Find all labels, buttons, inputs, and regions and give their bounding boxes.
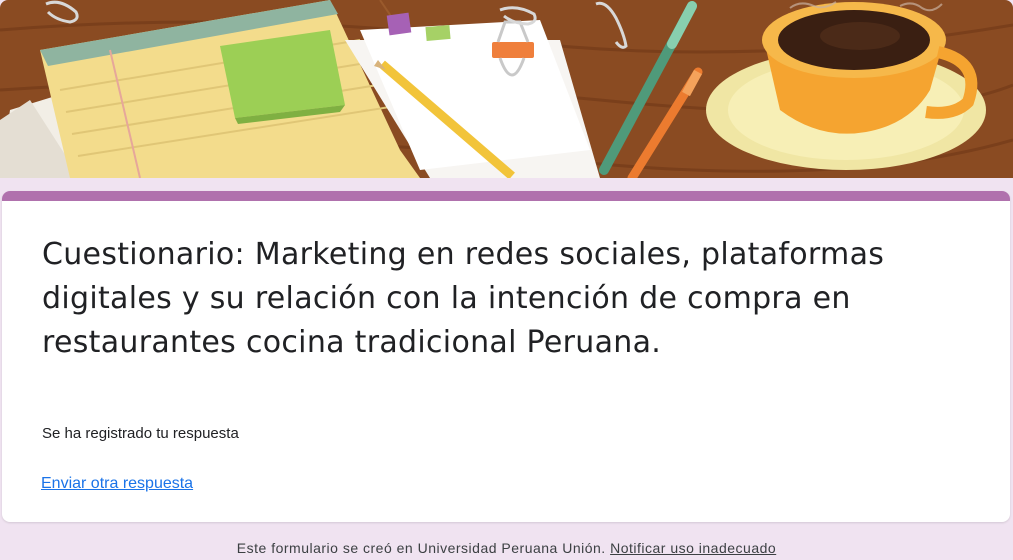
footer: Este formulario se creó en Universidad P… (0, 540, 1013, 556)
response-confirmation-card: Cuestionario: Marketing en redes sociale… (2, 191, 1010, 522)
form-title: Cuestionario: Marketing en redes sociale… (42, 237, 885, 360)
submit-another-response-link[interactable]: Enviar otra respuesta (41, 475, 193, 493)
footer-created-text: Este formulario se creó en Universidad P… (236, 540, 606, 556)
card-accent-bar (2, 191, 1010, 201)
report-abuse-link[interactable]: Notificar uso inadecuado (610, 540, 776, 556)
confirmation-message: Se ha registrado tu respuesta (42, 425, 239, 442)
header-image (0, 0, 1013, 178)
